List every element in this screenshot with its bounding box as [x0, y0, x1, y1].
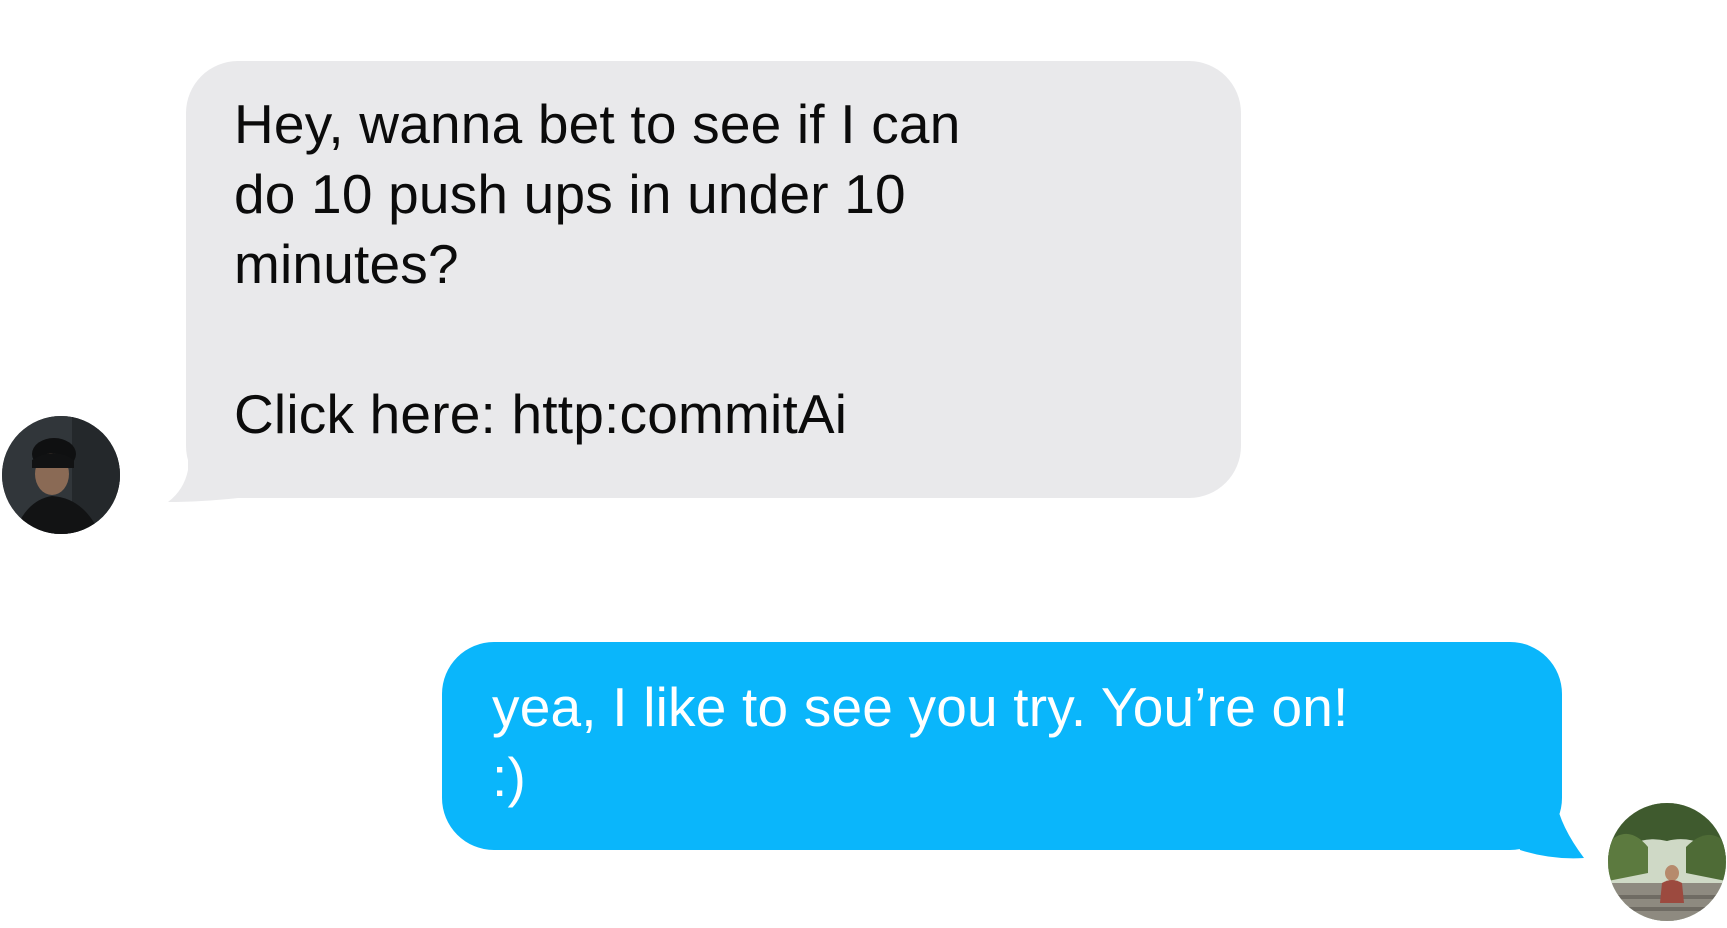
message-link-line[interactable]: Click here: http:commitAi — [234, 379, 1193, 449]
incoming-bubble-tail — [168, 440, 238, 502]
person-portrait-icon — [1608, 803, 1726, 921]
incoming-message-bubble[interactable]: Hey, wanna bet to see if I can do 10 pus… — [186, 61, 1241, 498]
message-text-line: yea, I like to see you try. You’re on! — [492, 676, 1349, 738]
message-text-line: do 10 push ups in under 10 — [234, 163, 906, 225]
message-text-line: minutes? — [234, 233, 459, 295]
outgoing-bubble-tail — [1510, 800, 1584, 859]
message-text-line: :) — [492, 746, 526, 808]
outgoing-message-bubble[interactable]: yea, I like to see you try. You’re on! :… — [442, 642, 1562, 850]
message-text-line: Hey, wanna bet to see if I can — [234, 93, 961, 155]
sender-avatar[interactable] — [2, 416, 120, 534]
me-avatar[interactable] — [1608, 803, 1726, 921]
message-spacer — [234, 299, 1193, 379]
person-portrait-icon — [2, 416, 120, 534]
